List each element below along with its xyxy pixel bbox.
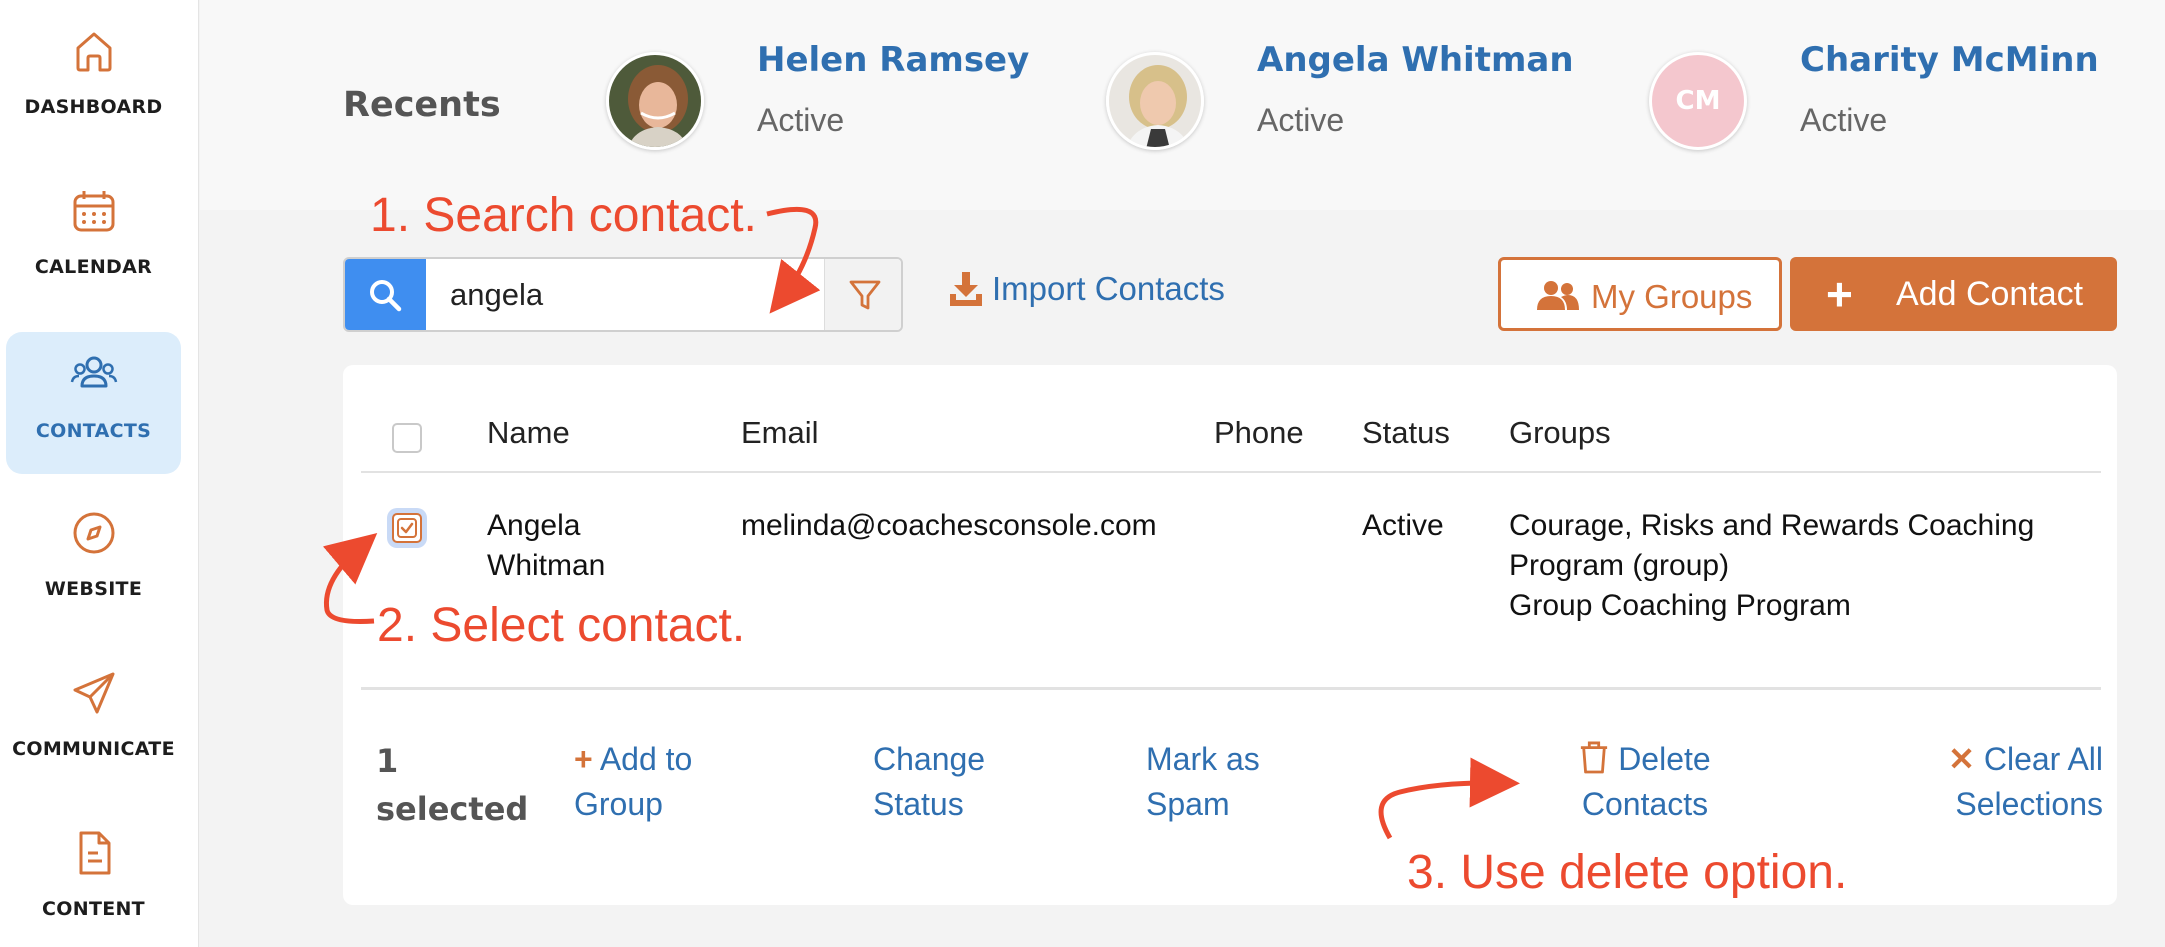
arrow-step-1 <box>766 206 821 314</box>
arrow-step-2 <box>322 533 378 624</box>
arrow-step-3 <box>1378 757 1520 840</box>
annotation-arrows <box>322 206 1520 840</box>
